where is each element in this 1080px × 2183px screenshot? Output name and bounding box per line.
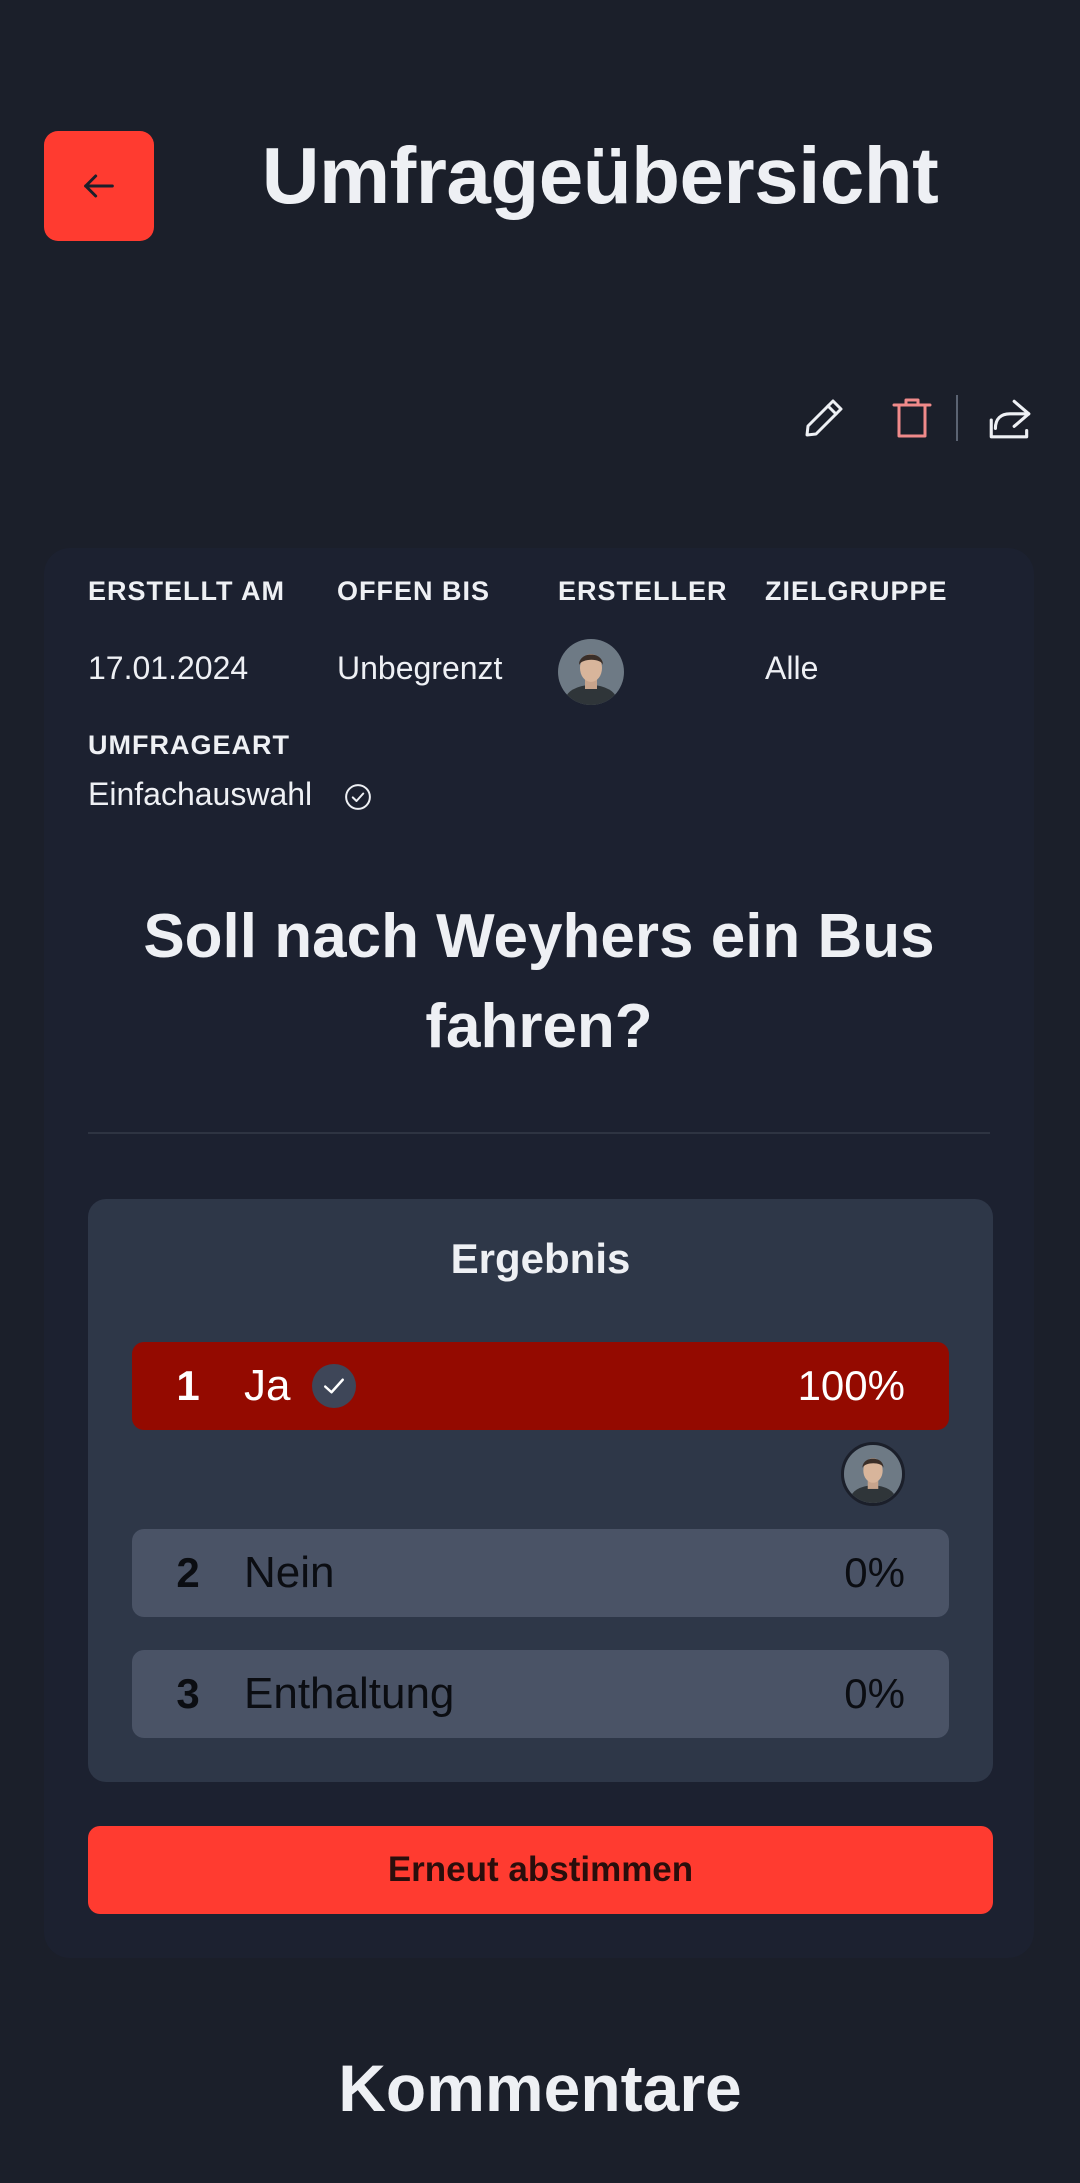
results-title: Ergebnis (450, 1235, 631, 1282)
option-row-nein[interactable]: 2 Nein 0% (132, 1529, 949, 1617)
option-row-ja[interactable]: 1 Ja 100% (132, 1342, 949, 1430)
page-title: Umfrageübersicht (261, 131, 939, 220)
arrow-left-icon (84, 174, 114, 198)
creator-avatar[interactable] (558, 639, 624, 705)
divider (88, 1132, 990, 1134)
delete-button[interactable] (882, 388, 942, 448)
pencil-icon (805, 399, 843, 437)
target-group-label: ZIELGRUPPE (765, 576, 948, 606)
voted-check-icon (312, 1364, 357, 1408)
voter-avatar[interactable] (841, 1442, 905, 1506)
open-until-value: Unbegrenzt (337, 650, 503, 686)
option-label: Ja (244, 1361, 291, 1410)
open-until-label: OFFEN BIS (337, 576, 491, 606)
creator-label: ERSTELLER (558, 576, 728, 606)
toolbar (794, 388, 1040, 448)
option-percent: 0% (844, 1670, 905, 1717)
back-button[interactable] (44, 131, 154, 241)
edit-button[interactable] (794, 388, 854, 448)
option-number: 3 (176, 1670, 200, 1717)
option-percent: 0% (844, 1549, 905, 1596)
poll-type-value: Einfachauswahl (88, 776, 313, 812)
option-label: Nein (244, 1548, 335, 1597)
poll-card: ERSTELLT AM 17.01.2024 OFFEN BIS Unbegre… (44, 548, 1034, 1958)
revote-button[interactable]: Erneut abstimmen (88, 1826, 993, 1914)
target-group-value: Alle (765, 650, 819, 686)
toolbar-divider (956, 395, 958, 441)
share-icon (989, 399, 1031, 439)
poll-type-row: Einfachauswahl (88, 776, 373, 813)
poll-overview-screen: Umfrageübersicht ERSTELLT AM 17.01.2024 … (0, 0, 1080, 2183)
option-label: Enthaltung (244, 1669, 455, 1718)
created-label: ERSTELLT AM (88, 576, 285, 606)
trash-icon (892, 398, 932, 438)
share-button[interactable] (980, 388, 1040, 448)
option-number: 1 (176, 1362, 200, 1409)
comments-title: Kommentare (338, 2051, 742, 2125)
created-value: 17.01.2024 (88, 650, 249, 686)
poll-question: Soll nach Weyhers ein Bus fahren? (143, 902, 935, 1061)
check-circle-icon (343, 782, 373, 812)
poll-type-label: UMFRAGEART (88, 730, 290, 760)
option-row-enthaltung[interactable]: 3 Enthaltung 0% (132, 1650, 949, 1738)
person-avatar-icon (558, 639, 624, 705)
person-avatar-icon (844, 1445, 902, 1503)
option-percent: 100% (797, 1362, 905, 1409)
option-number: 2 (176, 1549, 200, 1596)
